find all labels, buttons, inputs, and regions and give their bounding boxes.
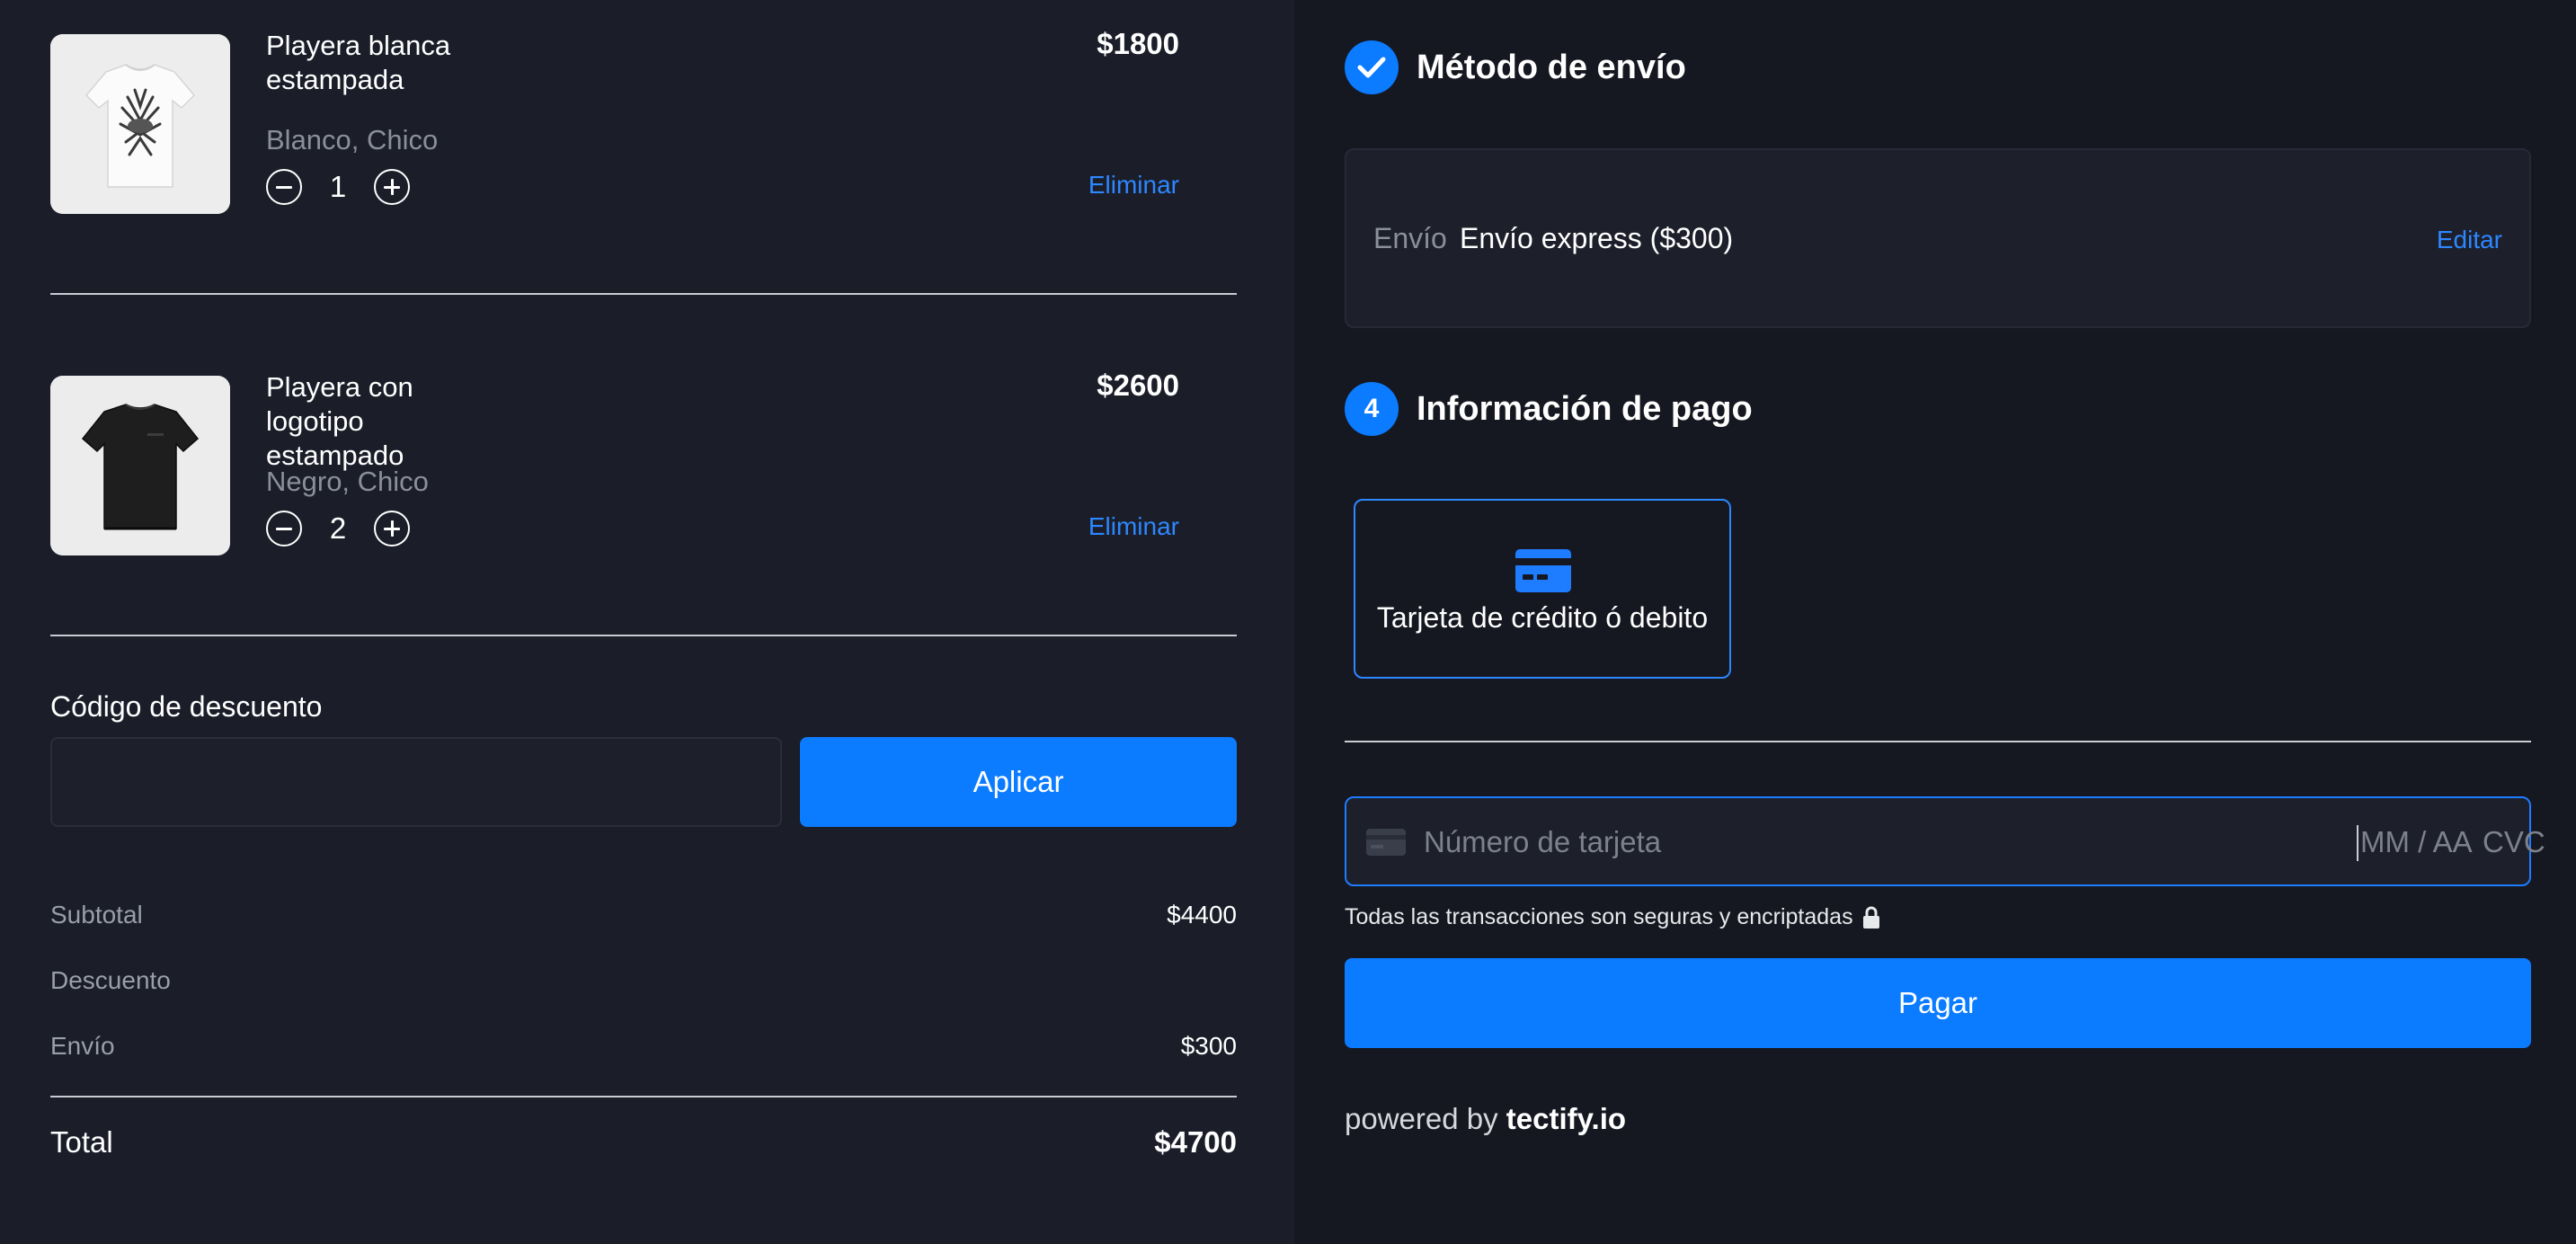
minus-icon <box>276 527 292 530</box>
payment-step-title: Información de pago <box>1417 389 1753 428</box>
step-number-badge: 4 <box>1345 382 1399 436</box>
remove-item-link[interactable]: Eliminar <box>1088 171 1179 200</box>
card-placeholder-icon <box>1366 829 1406 856</box>
payment-method-card-option[interactable]: Tarjeta de crédito ó debito <box>1354 499 1731 679</box>
quantity-value: 1 <box>329 170 347 203</box>
product-image-white-tshirt <box>50 34 230 214</box>
total-label: Total <box>50 1125 113 1159</box>
white-tshirt-image <box>50 34 230 214</box>
subtotal-label: Subtotal <box>50 901 143 929</box>
item-name: Playera con logotipo estampado <box>266 371 413 471</box>
shipping-method-value: Envío express ($300) <box>1460 222 1734 254</box>
divider <box>50 1096 1237 1097</box>
shipping-value: $300 <box>1180 1032 1237 1060</box>
shipping-label: Envío <box>50 1032 115 1060</box>
cart-item: Playera con logotipo estampado Negro, Ch… <box>50 369 1237 555</box>
item-price: $2600 <box>1097 369 1179 402</box>
discount-row: Descuento <box>50 966 1237 995</box>
shipping-row: Envío $300 <box>50 1032 1237 1061</box>
decrease-quantity-button[interactable] <box>266 169 302 205</box>
credit-card-icon <box>1515 549 1571 592</box>
checkout-panel: Método de envío Envío Envío express ($30… <box>1294 0 2576 1244</box>
secure-transactions-note: Todas las transacciones son seguras y en… <box>1345 904 1880 930</box>
shipping-summary-box: Envío Envío express ($300) Editar <box>1345 148 2531 328</box>
minus-icon <box>276 185 292 189</box>
subtotal-value: $4400 <box>1167 901 1237 929</box>
cart-panel: Playera blanca estampada Blanco, Chico 1… <box>0 0 1294 1244</box>
check-icon <box>1357 57 1386 78</box>
increase-quantity-button[interactable] <box>374 169 410 205</box>
quantity-stepper: 1 <box>266 167 410 207</box>
apply-discount-button[interactable]: Aplicar <box>800 737 1237 827</box>
shipping-step-title: Método de envío <box>1417 48 1686 86</box>
divider <box>1345 741 2531 742</box>
step-complete-badge <box>1345 40 1399 94</box>
secure-note-text: Todas las transacciones son seguras y en… <box>1345 904 1853 929</box>
decrease-quantity-button[interactable] <box>266 511 302 546</box>
card-number-placeholder: Número de tarjeta <box>1424 825 1662 858</box>
subtotal-row: Subtotal $4400 <box>50 901 1237 929</box>
shipping-step-header: Método de envío <box>1345 40 1686 94</box>
discount-code-label: Código de descuento <box>50 690 323 723</box>
divider <box>50 293 1237 295</box>
shipping-method-label: Envío <box>1373 222 1447 254</box>
card-expiry-placeholder: MM / AA <box>2360 825 2473 858</box>
quantity-stepper: 2 <box>266 509 410 548</box>
card-details-field[interactable]: Número de tarjeta MM / AA CVC <box>1345 796 2545 886</box>
pay-button[interactable]: Pagar <box>1345 958 2531 1048</box>
card-cvc-placeholder: CVC <box>2483 825 2545 858</box>
black-tshirt-image <box>50 376 230 555</box>
total-value: $4700 <box>1154 1125 1237 1159</box>
payment-method-label: Tarjeta de crédito ó debito <box>1376 601 1709 634</box>
divider <box>50 635 1237 636</box>
item-price: $1800 <box>1097 27 1179 60</box>
text-cursor <box>2357 825 2358 861</box>
cart-item: Playera blanca estampada Blanco, Chico 1… <box>50 27 1237 214</box>
quantity-value: 2 <box>329 511 347 545</box>
discount-code-input[interactable] <box>50 737 782 827</box>
discount-label: Descuento <box>50 966 171 994</box>
powered-by-brand: tectify.io <box>1506 1102 1627 1135</box>
item-variant: Negro, Chico <box>266 466 429 497</box>
remove-item-link[interactable]: Eliminar <box>1088 512 1179 541</box>
product-image-black-tshirt <box>50 376 230 555</box>
edit-shipping-link[interactable]: Editar <box>2437 226 2502 254</box>
total-row: Total $4700 <box>50 1125 1237 1160</box>
increase-quantity-button[interactable] <box>374 511 410 546</box>
item-name: Playera blanca estampada <box>266 30 451 95</box>
powered-by-footer: powered by tectify.io <box>1345 1102 1626 1136</box>
lock-icon <box>1862 906 1879 929</box>
payment-step-header: 4 Información de pago <box>1345 382 1753 436</box>
powered-by-prefix: powered by <box>1345 1102 1498 1135</box>
item-variant: Blanco, Chico <box>266 124 439 156</box>
